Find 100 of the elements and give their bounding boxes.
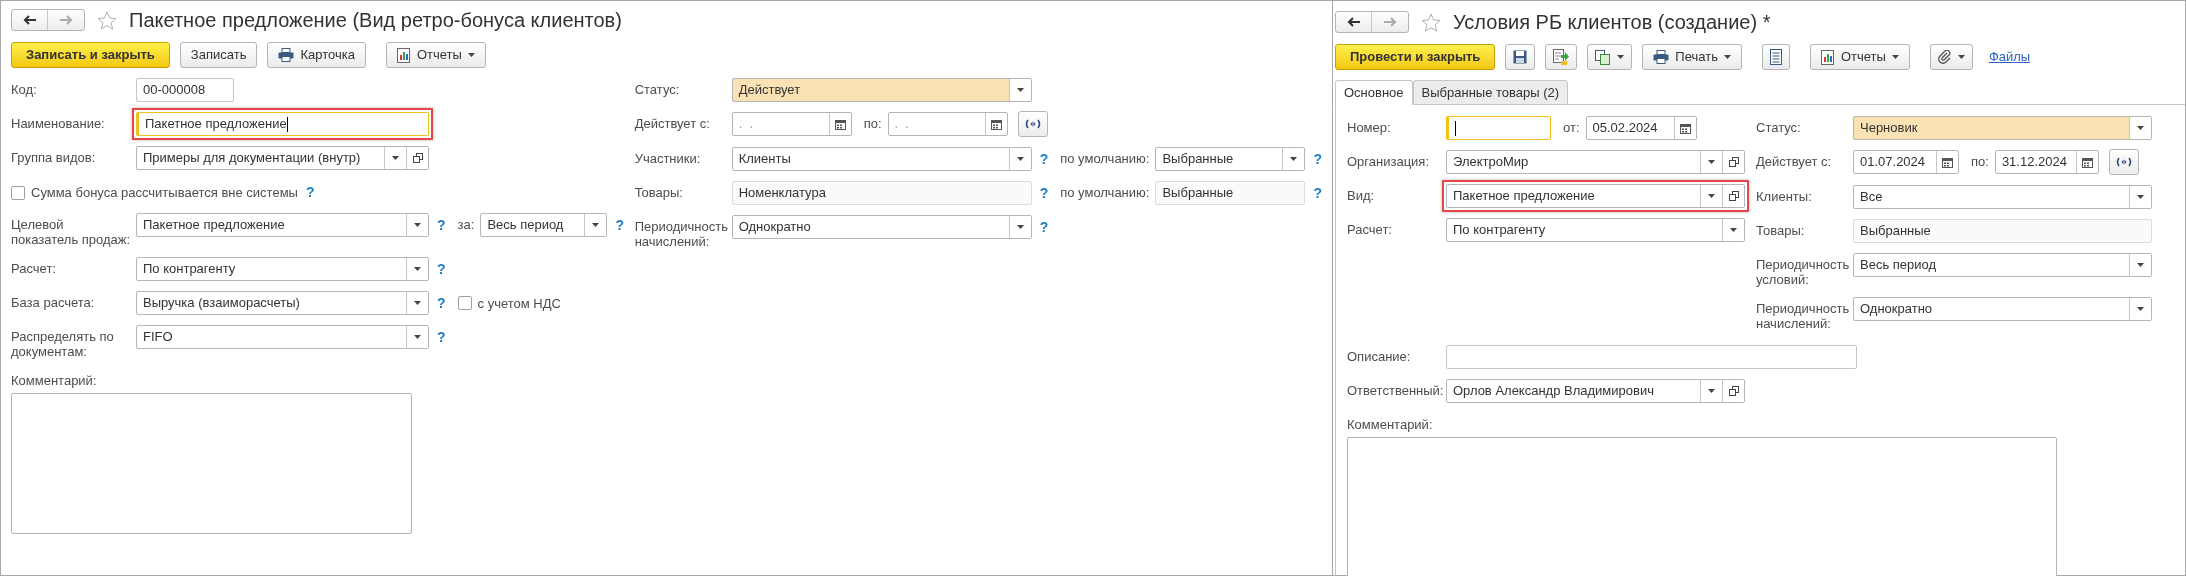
open-window-icon	[412, 153, 423, 163]
help-link[interactable]: ?	[1313, 150, 1322, 168]
text-field[interactable]: Пакетное предложение	[136, 112, 429, 136]
report-icon	[396, 47, 411, 63]
readonly-field: Выбранные	[1155, 181, 1306, 205]
report-icon	[1820, 49, 1835, 65]
toolbar-button[interactable]: Записать	[179, 42, 258, 68]
documents-icon	[1595, 49, 1612, 65]
select-field[interactable]: Весь период	[1853, 253, 2152, 277]
field-label: Организация:	[1347, 153, 1431, 169]
calendar-icon	[1942, 156, 1953, 168]
help-link[interactable]: ?	[437, 259, 446, 278]
select-field[interactable]: ЭлектроМир	[1446, 150, 1745, 174]
select-field[interactable]: Орлов Александр Владимирович	[1446, 379, 1745, 403]
checkbox[interactable]: Сумма бонуса рассчитывается вне системы	[11, 183, 298, 203]
select-field[interactable]: Все	[1853, 185, 2152, 209]
caret-icon	[1016, 157, 1024, 161]
save-button[interactable]	[1505, 44, 1536, 70]
field-label: по:	[1971, 154, 1989, 170]
tab[interactable]: Выбранные товары (2)	[1412, 80, 1569, 105]
calendar-icon	[2081, 156, 2093, 168]
calendar-icon	[990, 118, 1002, 130]
copy-button[interactable]	[1587, 44, 1633, 70]
field-label: Статус:	[1756, 119, 1802, 135]
caret-icon	[1290, 157, 1298, 161]
field-label: Периодичность начислений:	[1756, 300, 1851, 331]
caret-icon	[2137, 195, 2144, 199]
select-field[interactable]: FIFO	[136, 324, 429, 349]
reports-button[interactable]: Отчеты	[385, 42, 486, 68]
select-field[interactable]: По контрагенту	[136, 256, 429, 281]
help-link[interactable]: ?	[1039, 218, 1049, 236]
primary-button[interactable]: Провести и закрыть	[1335, 44, 1496, 70]
select-field[interactable]: Действует	[731, 78, 1032, 102]
select-field[interactable]: Пакетное предложение	[136, 212, 429, 237]
date-field[interactable]: 05.02.2024	[1585, 116, 1697, 140]
select-field[interactable]: По контрагенту	[1446, 218, 1745, 242]
field-label: Периодичность условий:	[1756, 256, 1851, 287]
field-label: Целевой показатель продаж:	[11, 215, 132, 247]
field-label: Комментарий:	[11, 372, 98, 389]
list-button[interactable]	[1761, 44, 1790, 70]
date-field[interactable]: 01.07.2024	[1853, 150, 1959, 174]
comment-field[interactable]	[11, 392, 412, 534]
readonly-field: Выбранные	[1853, 219, 2152, 243]
select-field[interactable]: Весь период	[480, 212, 608, 237]
caret-icon	[1708, 160, 1715, 164]
caret-icon	[1617, 55, 1625, 59]
help-link[interactable]: ?	[437, 215, 446, 234]
text-field[interactable]	[1446, 116, 1551, 140]
paperclip-icon	[1937, 50, 1952, 64]
text-field[interactable]: 00-000008	[136, 78, 234, 102]
print-button[interactable]: Печать	[1642, 44, 1742, 70]
field-label: Вид:	[1347, 187, 1376, 203]
readonly-field: Номенклатура	[731, 181, 1032, 205]
attach-button[interactable]	[1929, 44, 1973, 70]
caret-icon	[592, 222, 600, 227]
caret-icon	[467, 53, 475, 57]
date-field[interactable]: 31.12.2024	[1994, 150, 2099, 174]
back-arrow-icon	[1347, 17, 1360, 27]
period-icon	[2115, 157, 2132, 167]
tab[interactable]: Основное	[1335, 80, 1413, 105]
text-field[interactable]	[1446, 345, 1857, 369]
reports-button[interactable]: Отчеты	[1809, 44, 1910, 70]
help-link[interactable]: ?	[1039, 150, 1049, 168]
star-icon[interactable]	[1421, 12, 1441, 32]
files-link[interactable]: Файлы	[1988, 47, 2031, 67]
primary-button[interactable]: Записать и закрыть	[11, 42, 170, 68]
field-label: Код:	[11, 81, 38, 97]
help-link[interactable]: ?	[305, 183, 315, 201]
print-button[interactable]: Карточка	[267, 42, 366, 68]
select-field[interactable]: Примеры для документации (внутр)	[136, 146, 429, 170]
field-label: Периодичность начислений:	[634, 218, 729, 249]
checkbox[interactable]: с учетом НДС	[457, 293, 561, 313]
field-label: по умолчанию:	[1060, 185, 1150, 201]
document-arrow-icon	[1553, 49, 1570, 65]
period-button[interactable]	[2108, 149, 2139, 175]
help-link[interactable]: ?	[437, 293, 446, 312]
select-field[interactable]: Выручка (взаиморасчеты)	[136, 290, 429, 315]
field-label: Группа видов:	[11, 149, 97, 165]
caret-icon	[392, 156, 399, 160]
field-label: по:	[863, 116, 882, 132]
select-field[interactable]: Черновик	[1853, 116, 2152, 140]
field-label: Статус:	[634, 81, 681, 97]
select-field[interactable]: Однократно	[731, 215, 1032, 239]
back-arrow-icon	[23, 15, 36, 25]
select-field[interactable]: Выбранные	[1155, 147, 1306, 171]
period-button[interactable]	[1017, 111, 1048, 137]
field-label: База расчета:	[11, 293, 96, 310]
select-field[interactable]: Однократно	[1853, 297, 2152, 321]
field-label: Участники:	[634, 150, 702, 166]
select-field[interactable]: Клиенты	[731, 147, 1032, 171]
window-title: Пакетное предложение (Вид ретро-бонуса клиентов)	[129, 8, 622, 33]
help-link[interactable]: ?	[1039, 184, 1049, 202]
comment-field[interactable]	[1347, 437, 2057, 576]
help-link[interactable]: ?	[437, 327, 446, 346]
star-icon[interactable]	[97, 10, 117, 30]
select-field[interactable]: Пакетное предложение	[1446, 184, 1745, 208]
help-link[interactable]: ?	[615, 215, 624, 234]
help-link[interactable]: ?	[1313, 184, 1322, 202]
period-icon	[1024, 119, 1041, 129]
post-button[interactable]	[1545, 44, 1578, 70]
